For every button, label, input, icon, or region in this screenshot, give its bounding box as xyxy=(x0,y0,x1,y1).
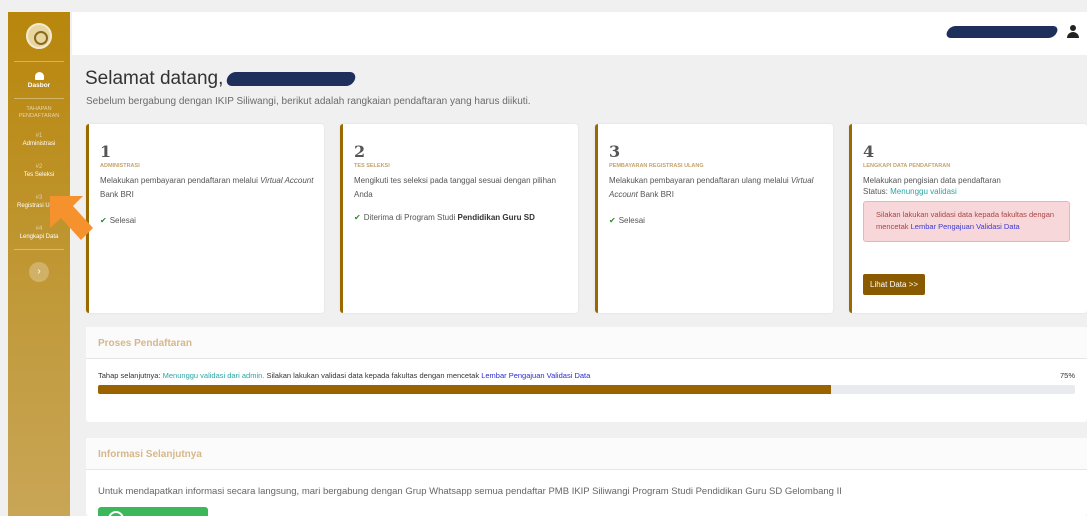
progress-bar-fill xyxy=(98,385,831,394)
step-card-administrasi: 1 ADMINISTRASI Melakukan pembayaran pend… xyxy=(86,124,324,313)
top-bar xyxy=(72,12,1087,55)
lihat-data-button[interactable]: Lihat Data >> xyxy=(863,274,926,295)
sidebar-item-label: Administrasi xyxy=(22,141,56,147)
card-number: 2 xyxy=(354,142,366,161)
sidebar-item-dashboard[interactable]: Dasbor xyxy=(8,72,70,90)
check-icon: ✔ xyxy=(354,213,361,222)
step-card-tes-seleksi: 2 TES SELEKSI Mengikuti tes seleksi pada… xyxy=(340,124,578,313)
welcome-text: Selamat datang, xyxy=(85,68,224,89)
card-description: Melakukan pembayaran pendaftaran ulang m… xyxy=(609,176,814,199)
panel-title: Informasi Selanjutnya xyxy=(86,438,1087,470)
redacted-username xyxy=(944,26,1060,38)
progress-percent: 75% xyxy=(1059,371,1075,380)
next-step-text: Tahap selanjutnya: Menunggu validasi dar… xyxy=(98,371,591,380)
card-number: 3 xyxy=(609,142,621,161)
card-title: ADMINISTRASI xyxy=(100,163,140,169)
redacted-name xyxy=(225,71,358,86)
user-icon[interactable] xyxy=(1067,25,1079,39)
sidebar-divider xyxy=(14,61,64,62)
card-status: ✔ Selesai xyxy=(609,216,645,225)
information-panel: Informasi Selanjutnya Untuk mendapatkan … xyxy=(86,438,1087,516)
sidebar-item-label: Dasbor xyxy=(27,82,51,89)
check-icon: ✔ xyxy=(609,216,616,225)
annotation-arrow-icon xyxy=(50,196,93,240)
card-number: 1 xyxy=(100,142,112,161)
dashboard-icon xyxy=(34,72,44,80)
sidebar-toggle-button[interactable]: › xyxy=(29,262,49,282)
sidebar-item-label: Tes Seleksi xyxy=(23,172,55,178)
validation-form-link[interactable]: Lembar Pengajuan Validasi Data xyxy=(911,222,1020,231)
page-title: Selamat datang, xyxy=(85,68,358,90)
card-description: Mengikuti tes seleksi pada tanggal sesua… xyxy=(354,176,556,199)
whatsapp-group-button[interactable] xyxy=(98,507,208,516)
card-status: ✔ Selesai xyxy=(100,216,136,225)
sidebar-divider xyxy=(14,98,64,99)
step-number: #2 xyxy=(35,164,43,170)
step-card-registrasi-ulang: 3 PEMBAYARAN REGISTRASI ULANG Melakukan … xyxy=(595,124,833,313)
validation-alert: Silakan lakukan validasi data kepada fak… xyxy=(863,201,1070,242)
validation-form-link[interactable]: Lembar Pengajuan Validasi Data xyxy=(481,371,590,380)
card-number: 4 xyxy=(863,142,875,161)
registration-progress-panel: Proses Pendaftaran Tahap selanjutnya: Me… xyxy=(86,327,1087,422)
card-title: LENGKAPI DATA PENDAFTARAN xyxy=(863,163,951,169)
panel-title: Proses Pendaftaran xyxy=(86,327,1087,359)
sidebar-group-label: TAHAPAN PENDAFTARAN xyxy=(18,106,60,119)
sidebar-item-administrasi[interactable]: #1 Administrasi xyxy=(8,132,70,148)
progress-bar xyxy=(98,385,1075,394)
card-title: PEMBAYARAN REGISTRASI ULANG xyxy=(609,163,704,169)
page-subtitle: Sebelum bergabung dengan IKIP Siliwangi,… xyxy=(86,96,531,107)
check-icon: ✔ xyxy=(100,216,107,225)
information-text: Untuk mendapatkan informasi secara langs… xyxy=(98,486,842,497)
step-number: #1 xyxy=(35,133,43,139)
sidebar-divider xyxy=(14,249,64,250)
card-status: Status: Menunggu validasi xyxy=(863,187,957,196)
card-description: Melakukan pembayaran pendaftaran melalui… xyxy=(100,176,314,199)
institution-logo xyxy=(26,23,52,49)
card-description: Melakukan pengisian data pendaftaran xyxy=(863,176,1001,185)
sidebar: Dasbor TAHAPAN PENDAFTARAN #1 Administra… xyxy=(8,12,70,516)
card-title: TES SELEKSI xyxy=(354,163,390,169)
card-status: ✔ Diterima di Program Studi Pendidikan Gu… xyxy=(354,213,535,222)
step-card-lengkapi-data: 4 LENGKAPI DATA PENDAFTARAN Melakukan pe… xyxy=(849,124,1087,313)
sidebar-item-tes-seleksi[interactable]: #2 Tes Seleksi xyxy=(8,163,70,179)
